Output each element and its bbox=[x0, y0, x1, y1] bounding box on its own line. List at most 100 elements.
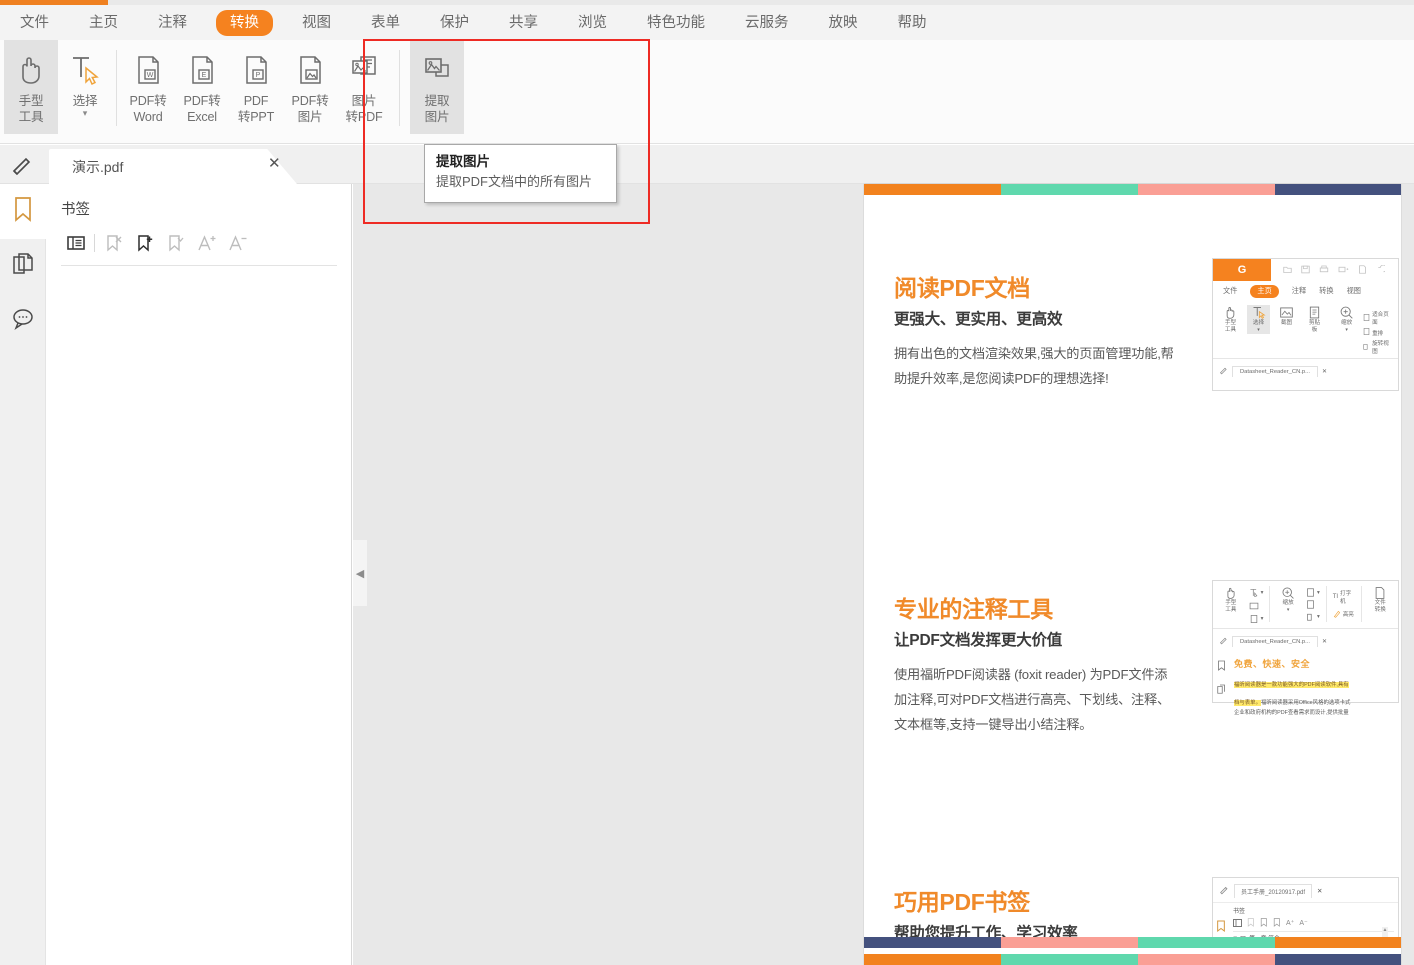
ribbon-button-extract-image[interactable]: 提取 图片 bbox=[410, 40, 464, 134]
bookmark-delete-icon[interactable] bbox=[98, 230, 129, 256]
mini-view-option: 重排 bbox=[1363, 328, 1392, 337]
mini-view-option: 旋转视图 bbox=[1363, 339, 1392, 355]
ribbon-button-label: 手型 bbox=[18, 94, 44, 108]
menu-item-active[interactable]: 转换 bbox=[216, 9, 273, 36]
mini2-doc-highlight2: 档与表单。 bbox=[1234, 700, 1261, 706]
mini-file-tab: Datasheet_Reader_CN.p... bbox=[1232, 365, 1318, 377]
menu-item-normal[interactable]: 视图 bbox=[291, 10, 342, 36]
sidebar-item-comments[interactable] bbox=[0, 294, 46, 349]
mini2-convert-label: 文件 bbox=[1374, 600, 1386, 606]
mini3-edit-pencil-icon bbox=[1219, 882, 1229, 900]
panel-collapse-handle[interactable]: ◀ bbox=[353, 540, 367, 606]
mini2-zoom-tool: 缩放 ▾ bbox=[1276, 586, 1300, 614]
mini3-divider bbox=[1233, 931, 1394, 932]
menu-item-normal[interactable]: 特色功能 bbox=[636, 10, 716, 36]
bookmark-edit-icon[interactable] bbox=[160, 230, 191, 256]
menu-item-normal[interactable]: 表单 bbox=[360, 10, 411, 36]
mini-clipboard-tool-label: 剪贴 bbox=[1308, 320, 1321, 326]
sidebar-item-pages[interactable] bbox=[0, 239, 46, 294]
mini-tab: 注释 bbox=[1291, 286, 1307, 295]
mini2-page-tools: ▾ ▾ bbox=[1306, 586, 1320, 621]
mini2-convert-label2: 转换 bbox=[1374, 607, 1386, 613]
ribbon-button-pdf-to-word[interactable]: W PDF转 Word bbox=[121, 40, 175, 134]
chevron-down-icon[interactable]: ▾ bbox=[83, 109, 88, 118]
bookmark-icon bbox=[12, 196, 34, 227]
mini-tab-row: 文件 主页 注释 转换 视图 bbox=[1213, 281, 1398, 301]
page-top-color-bar bbox=[864, 184, 1401, 195]
menu-item-normal[interactable]: 主页 bbox=[78, 10, 129, 36]
ribbon-button-image-to-pdf[interactable]: 图片 转PDF bbox=[337, 40, 391, 134]
svg-text:P: P bbox=[256, 72, 261, 79]
image-to-pdf-icon bbox=[347, 47, 381, 93]
mini-option-icon bbox=[1363, 313, 1370, 323]
pdf-to-image-icon bbox=[293, 47, 327, 93]
mini-view-option: 适合页面 bbox=[1363, 310, 1392, 326]
sidebar-item-bookmarks[interactable] bbox=[0, 184, 46, 239]
mini2-rotate-row: ▾ bbox=[1306, 612, 1320, 621]
menu-item-normal[interactable]: 保护 bbox=[429, 10, 480, 36]
page-bottom-color-bar-2 bbox=[864, 954, 1401, 965]
svg-text:W: W bbox=[147, 72, 154, 79]
bookmark-panel-title: 书签 bbox=[61, 202, 90, 218]
menu-item-normal[interactable]: 共享 bbox=[498, 10, 549, 36]
mini-snapshot-tool-label: 截图 bbox=[1280, 320, 1293, 326]
mini3-toolbar: A⁺ A⁻ bbox=[1233, 918, 1394, 927]
chevron-left-icon: ◀ bbox=[355, 567, 365, 580]
pdf-to-ppt-icon: P bbox=[239, 47, 273, 93]
ribbon-button-pdf-to-ppt[interactable]: P PDF 转PPT bbox=[229, 40, 283, 134]
menu-item-normal[interactable]: 注释 bbox=[147, 10, 198, 36]
color-band bbox=[1138, 954, 1276, 965]
color-band bbox=[1001, 937, 1139, 948]
document-tab-close-icon[interactable]: ✕ bbox=[268, 156, 281, 171]
document-tab[interactable]: 演示.pdf bbox=[49, 149, 297, 184]
menu-item-normal[interactable]: 云服务 bbox=[734, 10, 800, 36]
new-page-icon bbox=[1358, 261, 1367, 279]
mini-select-tool: 选择 ▾ bbox=[1247, 305, 1271, 334]
mini-select-tool-label: 选择 bbox=[1252, 320, 1265, 326]
mini3-font-increase-icon: A⁺ bbox=[1286, 919, 1295, 927]
select-text-icon bbox=[68, 47, 102, 93]
menu-item-normal[interactable]: 浏览 bbox=[567, 10, 618, 36]
ribbon-button-hand[interactable]: 手型 工具 bbox=[4, 40, 58, 134]
ribbon-button-pdf-to-image[interactable]: PDF转 图片 bbox=[283, 40, 337, 134]
mini-view-options: 适合页面重排旋转视图 bbox=[1363, 305, 1392, 355]
mini-zoom-tool-label: 缩放 bbox=[1340, 320, 1353, 326]
menu-bar: 文件 主页 注释 转换 视图 表单 保护 共享 浏览 特色功能 云服务 放映 帮助 bbox=[0, 5, 1414, 40]
tooltip-description: 提取PDF文档中的所有图片 bbox=[436, 174, 593, 189]
bookmark-panel: 书签 bbox=[46, 184, 352, 965]
mini3-list-icon bbox=[1233, 918, 1242, 927]
bookmark-list-icon[interactable] bbox=[60, 230, 91, 256]
ribbon-button-select-text[interactable]: 选择 ▾ bbox=[58, 40, 112, 134]
reader-ribbon-screenshot: G 文件 主页 注释 转换 视图 手型 工具 选择 ▾ 截图 剪贴 板 缩放 ▾… bbox=[1212, 258, 1399, 391]
mini2-typewriter-row: TI 打字机 bbox=[1333, 589, 1356, 605]
mini-caret2-icon: ▾ bbox=[1345, 327, 1348, 333]
ribbon-divider-2 bbox=[399, 50, 400, 126]
ribbon-button-label: 选择 bbox=[72, 94, 98, 108]
mini2-rail bbox=[1213, 653, 1229, 717]
mini2-snapshot-row bbox=[1249, 601, 1264, 611]
mini-option-label: 旋转视图 bbox=[1372, 341, 1389, 355]
mini-tab: 文件 bbox=[1223, 286, 1238, 295]
mini-hand-tool: 手型 工具 bbox=[1219, 305, 1242, 334]
ribbon-button-pdf-to-excel[interactable]: E PDF转 Excel bbox=[175, 40, 229, 134]
pdf-section-1: 阅读PDF文档 更强大、更实用、更高效 拥有出色的文档渲染效果,强大的页面管理功… bbox=[894, 258, 1399, 488]
mini2-zoom-label: 缩放 bbox=[1282, 600, 1294, 606]
ribbon-button-label: PDF转 bbox=[291, 94, 329, 108]
mini2-doc-area: 免费、快速、安全 福昕阅读器是一款功能强大的PDF阅读软件,具有 档与表单。福昕… bbox=[1213, 653, 1398, 717]
mini3-font-decrease-icon: A⁻ bbox=[1299, 919, 1308, 927]
bookmark-add-icon[interactable] bbox=[129, 230, 160, 256]
menu-item-normal[interactable]: 文件 bbox=[9, 10, 60, 36]
mini-file-tab-row: Datasheet_Reader_CN.p... ✕ bbox=[1213, 358, 1398, 383]
mini-hand-tool-label: 手型 bbox=[1224, 320, 1237, 326]
mini-edit-pencil-icon bbox=[1219, 362, 1228, 380]
mini-option-icon bbox=[1363, 343, 1370, 352]
font-increase-icon[interactable] bbox=[191, 230, 222, 256]
menu-item-normal[interactable]: 放映 bbox=[818, 10, 869, 36]
menu-item-normal[interactable]: 帮助 bbox=[887, 10, 938, 36]
color-band bbox=[1275, 937, 1401, 948]
mini2-hand-tool: 手型 工具 bbox=[1219, 586, 1243, 614]
mini3-bookmark-add-icon bbox=[1260, 918, 1267, 927]
ribbon-button-label2: 图片 bbox=[424, 110, 450, 124]
font-decrease-icon[interactable] bbox=[222, 230, 253, 256]
edit-pencil-icon[interactable] bbox=[9, 152, 35, 183]
